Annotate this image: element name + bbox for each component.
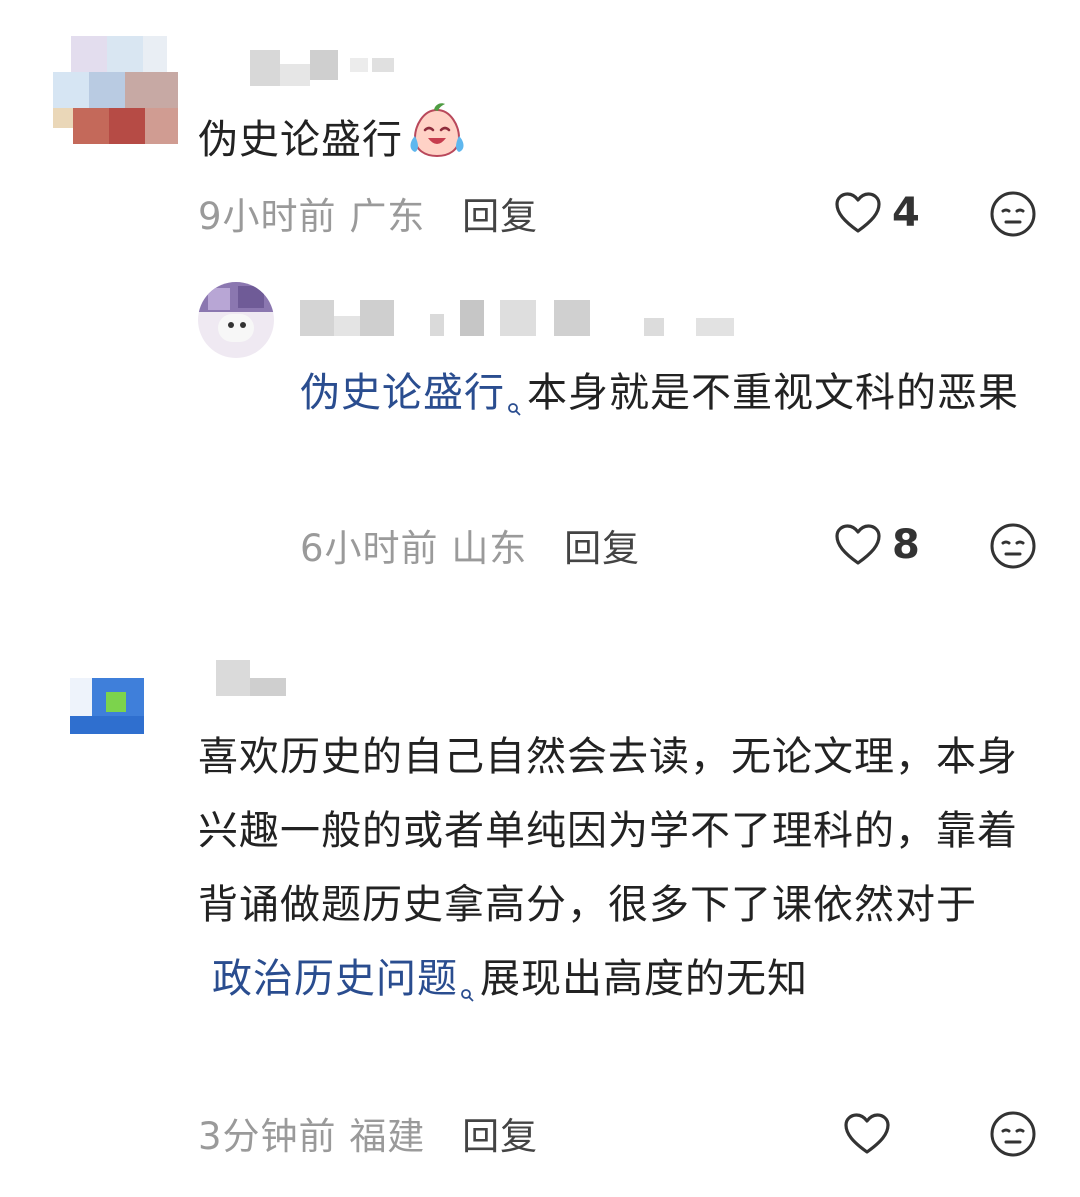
like-count: 8 — [892, 522, 920, 568]
avatar[interactable] — [198, 282, 274, 358]
timestamp: 3分钟前 — [198, 1115, 337, 1158]
dislike-face-icon[interactable] — [989, 522, 1037, 570]
comment-text-body: 喜欢历史的自己自然会去读，无论文理，本身兴趣一般的或者单纯因为学不了理科的，靠着… — [198, 734, 1018, 928]
timestamp: 9小时前 — [198, 195, 337, 238]
dislike-face-icon[interactable] — [989, 190, 1037, 238]
comment-text: 喜欢历史的自己自然会去读，无论文理，本身兴趣一般的或者单纯因为学不了理科的，靠着… — [198, 720, 1028, 1016]
heart-icon — [835, 192, 881, 233]
comment-text-body-end: 展现出高度的无知 — [480, 956, 808, 1002]
username-redacted[interactable] — [300, 300, 740, 340]
comment-text-body: 伪史论盛行 — [198, 117, 403, 163]
topic-link-text[interactable]: 伪史论盛行 — [300, 370, 505, 416]
timestamp: 6小时前 — [300, 527, 439, 570]
username-redacted[interactable] — [216, 660, 296, 700]
heart-icon — [835, 524, 881, 565]
heart-icon — [844, 1113, 890, 1154]
comment-text-body: 本身就是不重视文科的恶果 — [527, 370, 1019, 416]
like-button[interactable]: 4 — [834, 190, 920, 236]
comment-text: 伪史论盛行 本身就是不重视文科的恶果 — [300, 356, 1020, 430]
comment-meta: 3分钟前 福建 回复 — [198, 1106, 538, 1160]
like-button[interactable]: 8 — [834, 522, 920, 568]
avatar[interactable] — [53, 36, 178, 144]
comment-text: 伪史论盛行 — [198, 100, 467, 184]
reply-button[interactable]: 回复 — [564, 527, 640, 570]
topic-link-text[interactable]: 政治历史问题 — [212, 956, 458, 1002]
dislike-face-icon[interactable] — [989, 1110, 1037, 1158]
topic-link[interactable]: 伪史论盛行 — [300, 370, 527, 416]
reply-button[interactable]: 回复 — [462, 1115, 538, 1158]
comment-meta: 9小时前 广东 回复 — [198, 186, 538, 240]
comment-meta: 6小时前 山东 回复 — [300, 518, 640, 572]
topic-link[interactable]: 政治历史问题 — [212, 956, 480, 1002]
reply-button[interactable]: 回复 — [462, 195, 538, 238]
search-icon — [507, 366, 521, 416]
crying-laughing-face-icon — [407, 100, 467, 184]
like-button[interactable] — [843, 1112, 901, 1156]
username-redacted[interactable] — [250, 50, 400, 90]
search-icon — [460, 952, 474, 1002]
location: 福建 — [349, 1115, 426, 1158]
location: 广东 — [349, 195, 426, 238]
location: 山东 — [451, 527, 528, 570]
avatar[interactable] — [70, 678, 144, 734]
like-count: 4 — [892, 190, 920, 236]
